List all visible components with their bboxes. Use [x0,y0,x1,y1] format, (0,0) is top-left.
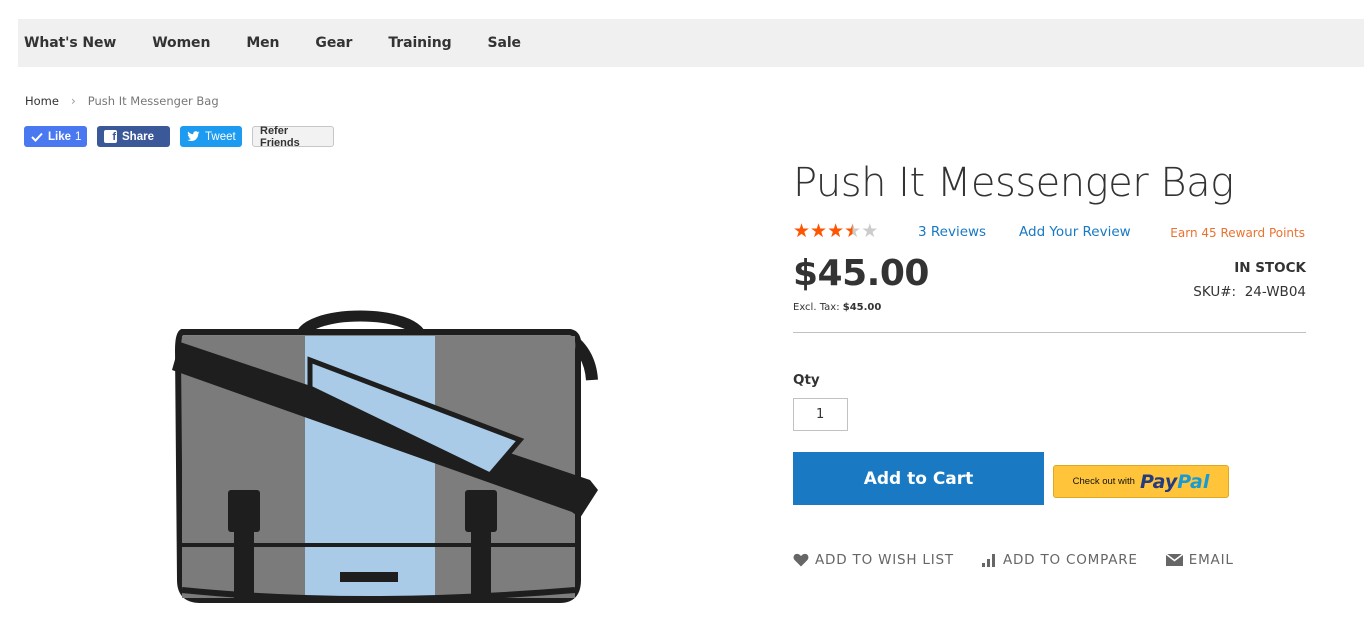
twitter-tweet-button[interactable]: Tweet [180,126,242,147]
paypal-prefix: Check out with [1072,476,1135,487]
star-icon: ★ [827,221,845,242]
facebook-share-button[interactable]: f Share [97,126,170,147]
qty-input[interactable] [793,398,848,431]
excl-tax-label: Excl. Tax: [793,302,840,313]
compare-bars-icon [981,553,997,567]
product-price: $45.00 [793,253,929,294]
rating-stars: ★ ★ ★ ★ ★ [793,222,878,241]
nav-item-men[interactable]: Men [246,35,279,51]
facebook-icon: f [104,130,117,143]
reward-points-text: Earn 45 Reward Points [1170,226,1305,240]
reviews-link[interactable]: 3 Reviews [918,224,986,240]
star-icon: ★ [793,221,811,242]
main-navigation: What's New Women Men Gear Training Sale [18,19,1364,67]
checkmark-icon [31,132,43,142]
sku-value: 24-WB04 [1244,284,1306,300]
sku-text: SKU#: 24-WB04 [1193,284,1306,300]
breadcrumb-current: Push It Messenger Bag [87,94,219,108]
nav-item-women[interactable]: Women [152,35,210,51]
refer-friends-button[interactable]: Refer Friends [252,125,334,149]
excl-tax-text: Excl. Tax: $45.00 [793,302,881,313]
twitter-bird-icon [187,131,200,142]
heart-icon [793,553,809,567]
breadcrumb: Home › Push It Messenger Bag [25,94,219,108]
add-to-wishlist-link[interactable]: ADD TO WISH LIST [793,552,954,568]
tweet-label: Tweet [205,130,236,143]
wishlist-label: ADD TO WISH LIST [815,552,954,568]
product-image[interactable] [160,290,610,610]
stock-status: IN STOCK [1234,260,1306,276]
qty-label: Qty [793,372,820,388]
breadcrumb-separator: › [70,94,76,108]
nav-item-gear[interactable]: Gear [315,35,352,51]
excl-tax-value: $45.00 [842,302,882,313]
sku-label: SKU#: [1193,284,1237,300]
compare-label: ADD TO COMPARE [1002,552,1138,568]
divider [793,332,1306,333]
email-link[interactable]: EMAIL [1165,552,1234,568]
paypal-checkout-button[interactable]: Check out with PayPal [1053,465,1229,498]
nav-item-whats-new[interactable]: What's New [24,35,116,51]
email-label: EMAIL [1188,552,1234,568]
nav-item-sale[interactable]: Sale [488,35,522,51]
like-count: 1 [75,130,82,143]
star-icon: ★ [810,221,828,242]
star-icon: ★ [844,221,862,242]
add-to-cart-button[interactable]: Add to Cart [793,452,1044,505]
nav-item-training[interactable]: Training [388,35,451,51]
star-icon: ★ [861,221,879,242]
envelope-icon [1165,554,1183,566]
product-actions: ADD TO WISH LIST ADD TO COMPARE EMAIL [793,552,1262,568]
like-label: Like [48,130,72,143]
facebook-like-button[interactable]: Like 1 [24,126,87,147]
add-review-link[interactable]: Add Your Review [1019,224,1131,240]
share-label: Share [122,130,154,143]
add-to-compare-link[interactable]: ADD TO COMPARE [981,552,1138,568]
breadcrumb-home-link[interactable]: Home [25,94,59,108]
product-title: Push It Messenger Bag [793,160,1234,206]
social-buttons: Like 1 f Share Tweet Refer Friends [24,125,344,149]
paypal-logo: PayPal [1139,470,1210,493]
